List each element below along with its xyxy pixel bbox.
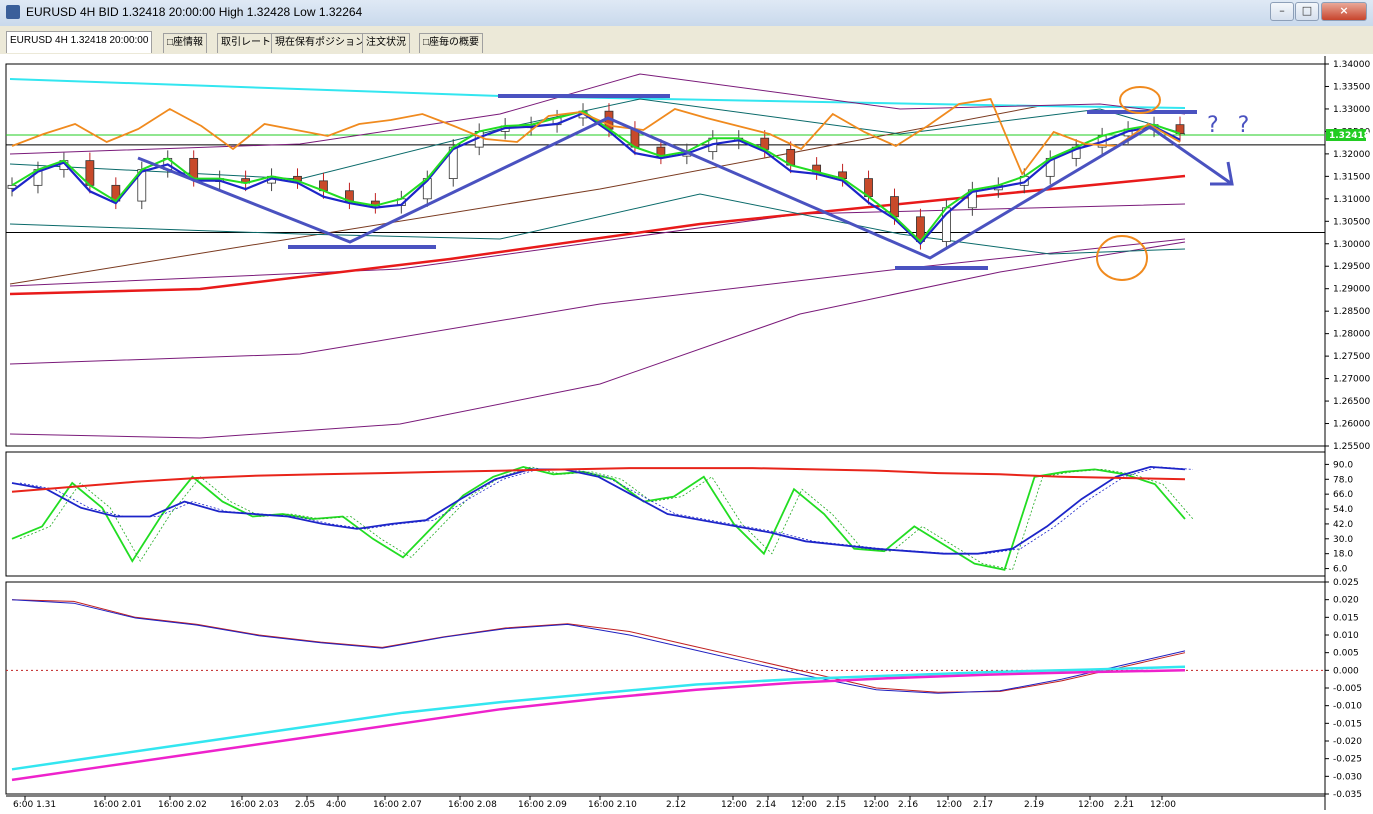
macd-tick-label: -0.005: [1333, 684, 1362, 694]
macd-tick-label: 0.015: [1333, 613, 1359, 623]
stoch-tick-label: 6.0: [1333, 565, 1348, 575]
price-tick-label: 1.31500: [1333, 172, 1370, 182]
time-tick-label: 2.21: [1114, 800, 1134, 810]
macd-tick-label: 0.025: [1333, 578, 1359, 588]
time-tick-label: 16:00 2.09: [518, 800, 567, 810]
moving-average-red: [9, 174, 1186, 296]
band-line: [9, 98, 1186, 180]
price-tick-label: 1.30000: [1333, 240, 1370, 250]
price-tick-label: 1.27000: [1333, 375, 1370, 385]
time-tick-label: 2.15: [826, 800, 846, 810]
panel-frame-1: [5, 451, 1326, 577]
price-tick-label: 1.30500: [1333, 217, 1370, 227]
price-tick-label: 1.29000: [1333, 285, 1370, 295]
stoch-tick-label: 42.0: [1333, 520, 1353, 530]
panel-frame-0: [5, 63, 1326, 447]
time-tick-label: 16:00 2.01: [93, 800, 142, 810]
chart-area[interactable]: 1.340001.335001.330001.325001.320001.315…: [0, 54, 1373, 814]
time-tick-label: 12:00: [1150, 800, 1176, 810]
price-tick-label: 1.25500: [1333, 442, 1370, 452]
cyan-resistance: [9, 78, 1186, 109]
highlight-circle: [1096, 235, 1148, 281]
time-tick-label: 2.17: [973, 800, 993, 810]
stoch-tick-label: 54.0: [1333, 505, 1353, 515]
chart-svg[interactable]: 1.340001.335001.330001.325001.320001.315…: [0, 54, 1373, 810]
macd-series: [11, 599, 1186, 694]
macd-series: [11, 669, 1186, 782]
maximize-button[interactable]: □: [1295, 2, 1319, 21]
macd-tick-label: 0.000: [1333, 666, 1359, 676]
trend-line-brown: [9, 105, 1041, 285]
time-tick-label: 16:00 2.07: [373, 800, 422, 810]
time-tick-label: 12:00: [936, 800, 962, 810]
price-tick-label: 1.28000: [1333, 330, 1370, 340]
time-tick-label: 16:00 2.03: [230, 800, 279, 810]
orange-indicator: [11, 98, 1181, 176]
tab-chart[interactable]: EURUSD 4H 1.32418 20:00:00: [6, 31, 153, 53]
app-icon: [6, 5, 20, 19]
macd-tick-label: -0.015: [1333, 719, 1362, 729]
window-title: EURUSD 4H BID 1.32418 20:00:00 High 1.32…: [26, 5, 363, 19]
time-tick-label: 12:00: [1078, 800, 1104, 810]
time-tick-label: 12:00: [721, 800, 747, 810]
tab-bar: EURUSD 4H 1.32418 20:00:00 □座情報 取引レート 現在…: [0, 26, 1373, 54]
tab-positions[interactable]: 現在保有ポジション: [271, 33, 369, 53]
price-tick-label: 1.32000: [1333, 150, 1370, 160]
price-tick-label: 1.33000: [1333, 105, 1370, 115]
time-tick-label: 12:00: [791, 800, 817, 810]
macd-tick-label: -0.020: [1333, 737, 1362, 747]
stoch-tick-label: 66.0: [1333, 490, 1353, 500]
price-tick-label: 1.27500: [1333, 352, 1370, 362]
question-annotation: ? ?: [1207, 113, 1255, 138]
macd-tick-label: -0.010: [1333, 702, 1362, 712]
price-tick-label: 1.33500: [1333, 82, 1370, 92]
current-price-label: 1.32418: [1329, 131, 1370, 141]
band-line: [9, 193, 1186, 255]
window-title-bar: EURUSD 4H BID 1.32418 20:00:00 High 1.32…: [0, 0, 1373, 27]
macd-tick-label: -0.035: [1333, 790, 1362, 800]
price-tick-label: 1.34000: [1333, 60, 1370, 70]
envelope-line: [9, 203, 1186, 287]
stoch-tick-label: 90.0: [1333, 460, 1353, 470]
minimize-button[interactable]: –: [1270, 2, 1294, 21]
stoch-tick-label: 78.0: [1333, 475, 1353, 485]
time-tick-label: 2.05: [295, 800, 315, 810]
time-tick-label: 2.12: [666, 800, 686, 810]
time-tick-label: 16:00 2.08: [448, 800, 497, 810]
price-tick-label: 1.26500: [1333, 397, 1370, 407]
tab-rates[interactable]: 取引レート: [217, 33, 275, 53]
tab-account-summary[interactable]: □座毎の概要: [419, 33, 484, 53]
macd-tick-label: 0.010: [1333, 631, 1359, 641]
time-tick-label: 6:00 1.31: [13, 800, 56, 810]
envelope-line: [9, 238, 1186, 365]
close-button[interactable]: ×: [1321, 2, 1367, 21]
stoch-tick-label: 18.0: [1333, 550, 1353, 560]
time-tick-label: 12:00: [863, 800, 889, 810]
macd-tick-label: 0.020: [1333, 596, 1359, 606]
price-tick-label: 1.29500: [1333, 262, 1370, 272]
time-tick-label: 2.16: [898, 800, 918, 810]
stoch-series: [11, 465, 1186, 571]
time-tick-label: 16:00 2.10: [588, 800, 637, 810]
envelope-line: [9, 241, 1186, 439]
time-tick-label: 16:00 2.02: [158, 800, 207, 810]
macd-tick-label: 0.005: [1333, 649, 1359, 659]
stoch-tick-label: 30.0: [1333, 535, 1353, 545]
tab-account-info[interactable]: □座情報: [163, 33, 208, 53]
macd-tick-label: -0.025: [1333, 755, 1362, 765]
tab-orders[interactable]: 注文状況: [362, 33, 410, 53]
time-tick-label: 2.19: [1024, 800, 1044, 810]
price-tick-label: 1.26000: [1333, 420, 1370, 430]
price-tick-label: 1.31000: [1333, 195, 1370, 205]
macd-tick-label: -0.030: [1333, 772, 1362, 782]
stoch-series: [11, 465, 1186, 555]
macd-series: [11, 599, 1186, 693]
price-tick-label: 1.28500: [1333, 307, 1370, 317]
stoch-signal: [19, 466, 1194, 571]
stoch-series: [11, 467, 1186, 493]
time-tick-label: 4:00: [326, 800, 346, 810]
time-tick-label: 2.14: [756, 800, 776, 810]
